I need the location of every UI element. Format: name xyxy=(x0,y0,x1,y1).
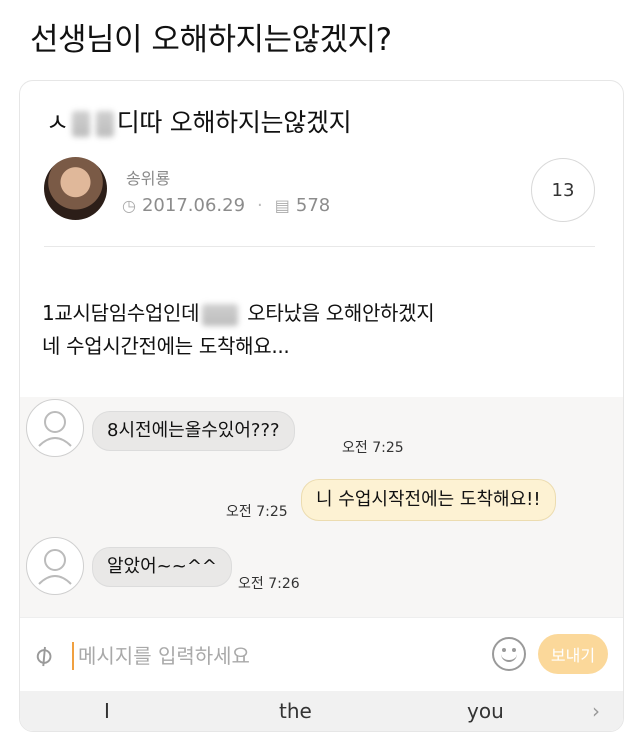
keyboard-suggestion-bar: I the you › xyxy=(20,691,623,731)
suggestion-1[interactable]: I xyxy=(104,699,110,723)
post-date: 2017.06.29 xyxy=(141,195,246,216)
body-line1-start: 1교시담임수업인데 xyxy=(42,301,200,325)
post-title-suffix: 디따 오해하지는않겠지 xyxy=(116,108,352,137)
view-count: 578 xyxy=(295,195,331,216)
post-title-prefix: ㅅ xyxy=(46,108,69,137)
suggestion-2[interactable]: the xyxy=(279,699,312,723)
send-button[interactable]: 보내기 xyxy=(538,634,608,674)
profile-placeholder-icon[interactable] xyxy=(26,537,84,595)
message-input-bar: ⌀ 메시지를 입력하세요 보내기 xyxy=(20,617,623,692)
message-time: 오전 7:26 xyxy=(238,576,300,592)
message-time: 오전 7:25 xyxy=(226,504,288,520)
chevron-right-icon[interactable]: › xyxy=(592,699,600,723)
paperclip-icon[interactable]: ⌀ xyxy=(25,636,59,672)
author-avatar[interactable] xyxy=(44,157,107,220)
post-title: ㅅ 디따 오해하지는않겠지 xyxy=(46,103,352,139)
document-icon: ▤ xyxy=(274,196,290,215)
author-name[interactable]: 송위룡 xyxy=(126,165,170,189)
page-title: 선생님이 오해하지는않겠지? xyxy=(30,22,392,58)
chat-bubble-received[interactable]: 알았어~~^^ xyxy=(92,547,233,587)
smiley-icon[interactable] xyxy=(492,637,526,671)
blurred-text xyxy=(202,303,239,326)
suggestion-3[interactable]: you xyxy=(467,699,504,723)
blurred-name-2 xyxy=(95,111,114,137)
meta-separator: · xyxy=(257,195,263,216)
chat-area: 8시전에는올수있어??? 오전 7:25 오전 7:25 니 수업시작전에는 도… xyxy=(20,397,623,617)
divider xyxy=(44,246,595,247)
text-cursor xyxy=(72,642,74,670)
post-body: 1교시담임수업인데 오타났음 오해안하겠지 네 수업시간전에는 도착해요... xyxy=(42,297,435,363)
clock-icon: ◷ xyxy=(122,196,136,215)
post-meta: ◷ 2017.06.29 · ▤ 578 xyxy=(122,195,330,216)
post-body-line-1: 1교시담임수업인데 오타났음 오해안하겠지 xyxy=(42,297,435,330)
chat-bubble-received[interactable]: 8시전에는올수있어??? xyxy=(92,411,295,451)
profile-placeholder-icon[interactable] xyxy=(26,399,84,457)
chat-bubble-sent[interactable]: 니 수업시작전에는 도착해요!! xyxy=(301,479,556,521)
post-body-line-2: 네 수업시간전에는 도착해요... xyxy=(42,334,290,358)
post-card: ㅅ 디따 오해하지는않겠지 송위룡 ◷ 2017.06.29 · ▤ 578 13… xyxy=(19,80,624,732)
comment-count-button[interactable]: 13 xyxy=(531,158,595,222)
message-time: 오전 7:25 xyxy=(342,440,404,456)
blurred-name xyxy=(71,111,90,137)
message-input[interactable]: 메시지를 입력하세요 xyxy=(78,640,250,669)
body-line1-end: 오타났음 오해안하겠지 xyxy=(247,301,435,325)
